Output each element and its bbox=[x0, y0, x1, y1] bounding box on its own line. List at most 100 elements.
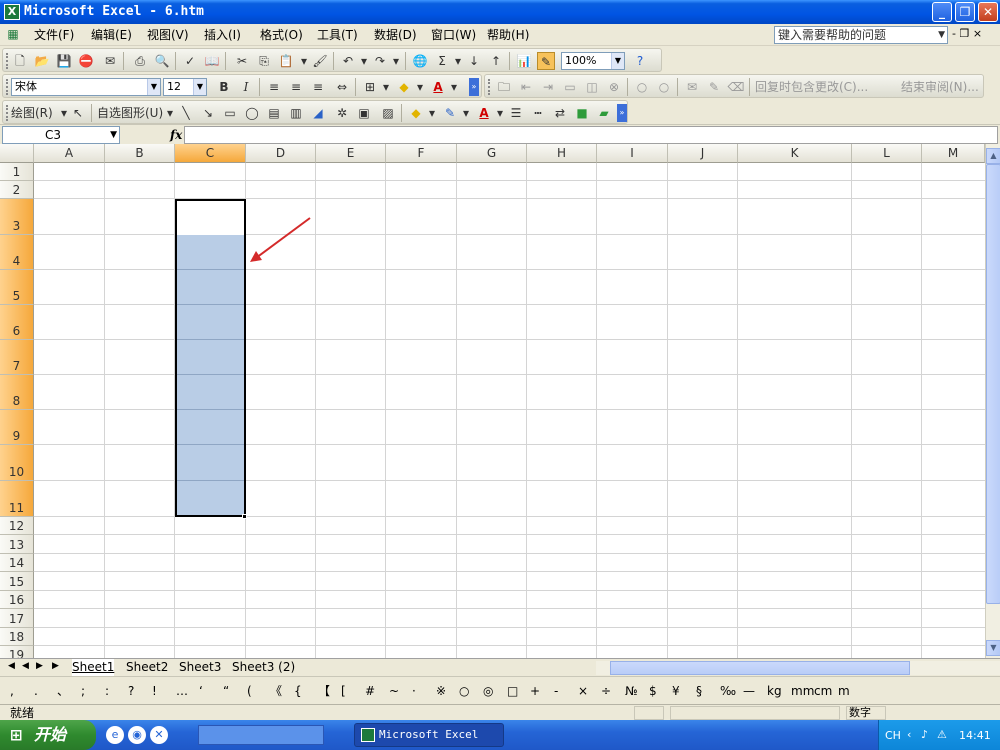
ink-annotation-icon[interactable]: ✎ bbox=[705, 78, 723, 96]
line-color-dropdown-icon[interactable]: ▾ bbox=[457, 104, 475, 122]
column-header[interactable]: L bbox=[852, 144, 922, 163]
symbol-button[interactable]: · bbox=[412, 683, 416, 699]
row-header-selected[interactable]: 11 bbox=[0, 481, 34, 517]
symbol-button[interactable]: № bbox=[625, 683, 637, 699]
eraser-icon[interactable]: ⌫ bbox=[727, 78, 745, 96]
font-size-select[interactable]: 12 ▼ bbox=[163, 78, 207, 96]
format-painter-icon[interactable]: 🖌 bbox=[311, 52, 329, 70]
oval-icon[interactable]: ◯ bbox=[243, 104, 261, 122]
column-header[interactable]: M bbox=[922, 144, 985, 163]
rectangle-icon[interactable]: ▭ bbox=[221, 104, 239, 122]
symbol-button[interactable]: ※ bbox=[436, 683, 446, 699]
menu-edit[interactable]: 编辑(E) bbox=[91, 28, 132, 42]
taskbar-excel-button[interactable]: Microsoft Excel ... bbox=[354, 723, 504, 747]
scroll-thumb[interactable] bbox=[610, 661, 910, 675]
column-header[interactable]: A bbox=[34, 144, 105, 163]
column-header[interactable]: F bbox=[386, 144, 457, 163]
borders-dropdown-icon[interactable]: ▾ bbox=[377, 78, 395, 96]
tray-expand-icon[interactable]: ‹ bbox=[907, 728, 911, 741]
volume-icon[interactable]: ♪ bbox=[921, 728, 928, 741]
column-header[interactable]: K bbox=[738, 144, 852, 163]
print-preview-icon[interactable]: 🔍 bbox=[153, 52, 171, 70]
diagram-icon[interactable]: ✲ bbox=[333, 104, 351, 122]
send-to-icon[interactable]: ✉ bbox=[683, 78, 701, 96]
first-sheet-icon[interactable]: ◀ bbox=[8, 661, 15, 671]
menu-window[interactable]: 窗口(W) bbox=[431, 28, 476, 42]
symbol-button[interactable]: - bbox=[554, 683, 558, 699]
menu-data[interactable]: 数据(D) bbox=[374, 28, 417, 42]
symbol-button[interactable]: ( bbox=[247, 683, 252, 699]
symbol-button[interactable]: § bbox=[696, 683, 702, 699]
row-header[interactable]: 15 bbox=[0, 572, 34, 591]
sheet-tab[interactable]: Sheet3 (2) bbox=[232, 659, 295, 676]
italic-button[interactable]: I bbox=[237, 78, 255, 96]
fill-color-dropdown-icon[interactable]: ▾ bbox=[423, 104, 441, 122]
arrow-style-icon[interactable]: ⇄ bbox=[551, 104, 569, 122]
worksheet-grid[interactable]: A B C D E F G H I J K L M 1 2 3 4 5 6 7 … bbox=[0, 144, 985, 658]
desktop-icon[interactable]: ✕ bbox=[150, 726, 168, 744]
row-header-selected[interactable]: 5 bbox=[0, 270, 34, 305]
chevron-down-icon[interactable]: ▼ bbox=[938, 27, 945, 43]
menu-insert[interactable]: 插入(I) bbox=[204, 28, 241, 42]
symbol-button[interactable]: mm bbox=[791, 683, 814, 699]
column-header[interactable]: J bbox=[668, 144, 738, 163]
menu-help[interactable]: 帮助(H) bbox=[487, 28, 529, 42]
symbol-button[interactable]: , bbox=[10, 683, 14, 699]
symbol-button[interactable]: + bbox=[530, 683, 540, 699]
arrow-icon[interactable]: ↘ bbox=[199, 104, 217, 122]
restore-button[interactable]: ❐ bbox=[955, 2, 975, 22]
sheet-tab[interactable]: Sheet2 bbox=[126, 659, 168, 676]
column-header[interactable]: G bbox=[457, 144, 527, 163]
symbol-button[interactable]: □ bbox=[507, 683, 518, 699]
font-select[interactable]: 宋体 ▼ bbox=[11, 78, 161, 96]
email-icon[interactable]: ✉ bbox=[101, 52, 119, 70]
chevron-down-icon[interactable]: ▼ bbox=[147, 79, 160, 95]
line-style-icon[interactable]: ☰ bbox=[507, 104, 525, 122]
toolbar-options-icon[interactable]: » bbox=[469, 78, 479, 96]
last-sheet-icon[interactable]: ▶ bbox=[52, 661, 59, 671]
menu-tools[interactable]: 工具(T) bbox=[317, 28, 358, 42]
symbol-button[interactable]: ~ bbox=[389, 683, 399, 699]
new-icon[interactable]: 🗋 bbox=[11, 52, 29, 70]
fill-color-dropdown-icon[interactable]: ▾ bbox=[411, 78, 429, 96]
taskbar-address-bar[interactable] bbox=[198, 725, 324, 745]
excel-app-icon[interactable]: X bbox=[4, 4, 20, 20]
insert-function-button[interactable]: fx bbox=[170, 127, 182, 143]
row-header-selected[interactable]: 7 bbox=[0, 340, 34, 375]
shadow-style-icon[interactable]: ■ bbox=[573, 104, 591, 122]
network-icon[interactable]: ⚠ bbox=[937, 728, 947, 741]
print-icon[interactable]: ⎙ bbox=[131, 52, 149, 70]
row-header-selected[interactable]: 10 bbox=[0, 445, 34, 481]
paste-icon[interactable]: 📋 bbox=[277, 52, 295, 70]
symbol-button[interactable]: . bbox=[34, 683, 38, 699]
workbook-icon[interactable]: ▦ bbox=[2, 27, 24, 43]
toolbar-grip[interactable] bbox=[6, 79, 9, 95]
chevron-down-icon[interactable]: ▼ bbox=[611, 53, 624, 69]
toolbar-options-icon[interactable]: » bbox=[617, 104, 627, 122]
hyperlink-icon[interactable]: 🌐 bbox=[411, 52, 429, 70]
media-player-icon[interactable]: ◉ bbox=[128, 726, 146, 744]
row-header[interactable]: 19 bbox=[0, 646, 34, 658]
name-box[interactable]: C3 ▼ bbox=[2, 126, 120, 144]
symbol-button[interactable]: ¥ bbox=[672, 683, 680, 699]
vertical-scrollbar[interactable]: ▲ ▼ bbox=[985, 144, 1000, 658]
symbol-button[interactable]: 《 bbox=[270, 683, 282, 699]
autoshapes-menu-button[interactable]: 自选图形(U) bbox=[97, 106, 163, 120]
row-header-selected[interactable]: 8 bbox=[0, 375, 34, 410]
row-header[interactable]: 14 bbox=[0, 554, 34, 572]
bold-button[interactable]: B bbox=[215, 78, 233, 96]
drawing-icon[interactable]: ✎ bbox=[537, 52, 555, 70]
end-review-button[interactable]: 结束审阅(N)... bbox=[901, 80, 979, 94]
redo-dropdown-icon[interactable]: ▾ bbox=[387, 52, 405, 70]
sort-descending-icon[interactable]: ↑ bbox=[487, 52, 505, 70]
sheet-tab[interactable]: Sheet3 bbox=[179, 659, 221, 676]
column-header[interactable]: E bbox=[316, 144, 386, 163]
clip-art-icon[interactable]: ▣ bbox=[355, 104, 373, 122]
symbol-button[interactable]: ÷ bbox=[601, 683, 611, 699]
symbol-button[interactable]: … bbox=[176, 683, 188, 699]
copy-icon[interactable]: ⎘ bbox=[255, 52, 273, 70]
column-header[interactable]: H bbox=[527, 144, 597, 163]
symbol-button[interactable]: ; bbox=[81, 683, 85, 699]
toolbar-grip[interactable] bbox=[6, 53, 9, 69]
row-header[interactable]: 12 bbox=[0, 517, 34, 535]
